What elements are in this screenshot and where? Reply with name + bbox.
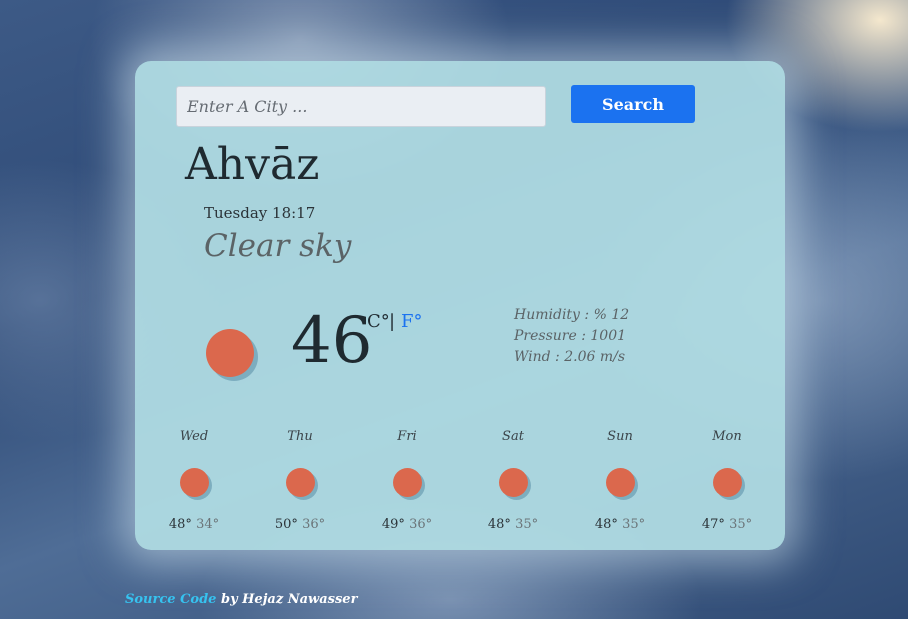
forecast-temps: 50° 36°: [260, 517, 340, 532]
forecast-temps: 48° 35°: [473, 517, 553, 532]
forecast-temps: 49° 36°: [367, 517, 447, 532]
forecast-high: 47°: [701, 517, 725, 532]
forecast-high: 48°: [168, 517, 192, 532]
sun-icon: [285, 468, 315, 497]
forecast-day: Wed 48° 34°: [154, 429, 234, 532]
unit-separator: |: [389, 311, 396, 332]
humidity-value: Humidity : % 12: [514, 307, 630, 323]
city-search-input[interactable]: [176, 86, 546, 127]
wind-value: Wind : 2.06 m/s: [514, 349, 626, 365]
weather-description: Clear sky: [204, 228, 352, 264]
forecast-low: 35°: [622, 517, 646, 532]
current-temperature: 46: [291, 304, 373, 378]
current-datetime: Tuesday 18:17: [204, 204, 316, 222]
forecast-temps: 48° 34°: [154, 517, 234, 532]
forecast-row: Wed 48° 34° Thu 50° 36° Fri 49° 36° Sat: [135, 429, 785, 539]
sun-icon: [498, 468, 528, 497]
forecast-day-name: Sat: [502, 429, 524, 444]
forecast-day-name: Sun: [607, 429, 633, 444]
forecast-day: Thu 50° 36°: [260, 429, 340, 532]
sun-icon: [179, 468, 209, 497]
forecast-low: 35°: [515, 517, 539, 532]
sun-icon: [605, 468, 635, 497]
forecast-high: 49°: [381, 517, 405, 532]
footer-credit: Source Code by Hejaz Nawasser: [125, 592, 357, 607]
forecast-temps: 48° 35°: [580, 517, 660, 532]
weather-card: Search Ahvāz Tuesday 18:17 Clear sky 46 …: [135, 61, 785, 550]
forecast-day-name: Mon: [712, 429, 742, 444]
weather-details: Humidity : % 12 Pressure : 1001 Wind : 2…: [514, 305, 629, 368]
sun-icon: [206, 329, 254, 377]
city-name: Ahvāz: [185, 139, 320, 190]
forecast-day: Sun 48° 35°: [580, 429, 660, 532]
forecast-day-name: Thu: [287, 429, 313, 444]
forecast-day-name: Wed: [179, 429, 209, 444]
celsius-toggle[interactable]: C°: [367, 311, 390, 332]
pressure-value: Pressure : 1001: [514, 328, 627, 344]
forecast-high: 48°: [594, 517, 618, 532]
sun-icon: [392, 468, 422, 497]
search-button[interactable]: Search: [571, 85, 695, 123]
forecast-low: 36°: [409, 517, 433, 532]
forecast-day: Sat 48° 35°: [473, 429, 553, 532]
forecast-high: 50°: [274, 517, 298, 532]
forecast-day-name: Fri: [397, 429, 417, 444]
forecast-day: Mon 47° 35°: [687, 429, 767, 532]
source-code-link[interactable]: Source Code: [125, 592, 216, 607]
forecast-high: 48°: [487, 517, 511, 532]
forecast-low: 36°: [302, 517, 326, 532]
author-credit: by Hejaz Nawasser: [220, 592, 358, 607]
forecast-low: 34°: [196, 517, 220, 532]
sun-icon: [712, 468, 742, 497]
fahrenheit-toggle[interactable]: F°: [401, 311, 423, 332]
forecast-day: Fri 49° 36°: [367, 429, 447, 532]
forecast-low: 35°: [729, 517, 753, 532]
forecast-temps: 47° 35°: [687, 517, 767, 532]
